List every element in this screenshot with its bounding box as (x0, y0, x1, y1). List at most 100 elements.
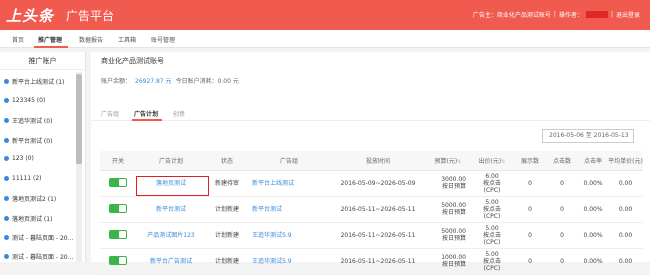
date-range-picker[interactable]: 2016-05-06 至 2016-05-13 (542, 129, 634, 143)
nav-tab-tools[interactable]: 工具箱 (118, 35, 136, 44)
top-header: 上头条 广告平台 广告主：商业化产品测试账号 | 操作者： | 退出登录 (0, 0, 650, 30)
impressions: 0 (514, 170, 546, 197)
plan-status: 新建待审 (206, 170, 248, 197)
tab-ad-group[interactable]: 广告组 (101, 109, 119, 118)
sidebar-item[interactable]: 新平台上线测试 (1) (4, 77, 64, 86)
schedule: 2016-05-11~2026-05-11 (330, 222, 426, 249)
sidebar-item[interactable]: 落地页测试 (1) (4, 214, 52, 223)
ad-plan-table: 开关 广告计划 状态 广告组 投放时间 预算(元)⇅ 出价(元)⇅ 展示数 点击… (100, 151, 643, 275)
group-link[interactable]: 新平台上线测试 (248, 170, 330, 197)
bid-type: 按点击 (482, 257, 501, 265)
nav-tab-promotion[interactable]: 推广管理 (38, 35, 62, 44)
logout-link[interactable]: 退出登录 (616, 10, 640, 19)
today-spend: 今日账户消耗：0.00 元 (175, 78, 239, 85)
col-header[interactable]: 点击率 (578, 151, 608, 171)
plus-icon (4, 176, 9, 181)
col-header[interactable]: 点击数 (546, 151, 578, 171)
plan-name-link[interactable]: 新平台测试 (136, 196, 206, 223)
sidebar-item-label: 新平台测试 (0) (12, 138, 53, 145)
status-toggle[interactable] (109, 255, 127, 265)
sidebar-item[interactable]: 11111 (2) (4, 175, 42, 182)
plus-icon (4, 138, 9, 143)
ctr: 0.00% (578, 170, 608, 197)
bid-type: 按点击 (482, 205, 501, 213)
avg-price: 0.00 (608, 248, 643, 275)
bid-type: 按点击 (482, 231, 501, 239)
nav-tab-reports[interactable]: 数据报告 (79, 35, 103, 44)
ctr: 0.00% (578, 248, 608, 275)
group-link[interactable]: 王追华测试5.9 (248, 222, 330, 249)
budget-amount: 3000.00 (441, 176, 466, 183)
status-toggle[interactable] (109, 203, 127, 213)
tab-divider (91, 120, 650, 121)
sidebar-item[interactable]: 测试 - 暮陆页面 - 20... (4, 252, 73, 261)
sidebar-scroll-thumb[interactable] (76, 74, 82, 164)
avg-price: 0.00 (608, 222, 643, 249)
tab-active-indicator (132, 119, 162, 121)
plan-status: 计划新建 (206, 222, 248, 249)
sidebar-item-label: 测试 - 暮陆页面 - 20... (12, 254, 74, 261)
sidebar-item[interactable]: 测试 - 暮陆页面 - 20... (4, 233, 73, 242)
budget-type: 按日预算 (441, 209, 466, 216)
plus-icon (4, 254, 9, 259)
group-link[interactable]: 王追华测试5.9 (248, 248, 330, 275)
sidebar-item[interactable]: 123 (0) (4, 155, 34, 162)
plus-icon (4, 98, 9, 103)
table-row: 新平台广告测试 计划新建 王追华测试5.9 2016-05-11~2026-05… (100, 248, 643, 275)
clicks: 0 (546, 248, 578, 275)
bid-cell: 5.00 按点击 (CPC) (470, 248, 514, 275)
main-nav: 首页 推广管理 数据报告 工具箱 账号管理 (0, 30, 650, 48)
status-toggle[interactable] (109, 177, 127, 187)
budget-cell: 5000.00 按日预算 (426, 196, 470, 223)
balance-label: 账户余额： (101, 78, 132, 85)
sidebar-title: 推广账户 (0, 52, 85, 70)
nav-active-indicator (34, 46, 68, 48)
col-header-sortable[interactable]: 出价(元)⇅ (470, 151, 514, 171)
table-header-row: 开关 广告计划 状态 广告组 投放时间 预算(元)⇅ 出价(元)⇅ 展示数 点击… (100, 151, 643, 171)
col-header: 投放时间 (330, 151, 426, 171)
budget-type: 按日预算 (441, 261, 466, 268)
plus-icon (4, 235, 9, 240)
balance-value: 26927.87 元 (135, 78, 172, 85)
ctr: 0.00% (578, 222, 608, 249)
bid-amount: 5.00 (485, 224, 499, 232)
highlight-annotation-box (136, 176, 209, 196)
tab-creative[interactable]: 创意 (173, 109, 185, 118)
col-header-label: 出价(元) (478, 157, 502, 165)
clicks: 0 (546, 196, 578, 223)
sidebar-item-label: 123 (0) (12, 155, 34, 162)
tab-ad-plan[interactable]: 广告计划 (134, 109, 158, 118)
nav-tab-account[interactable]: 账号管理 (151, 35, 175, 44)
main-panel: 商业化产品测试账号 账户余额： 26927.87 元 今日账户消耗：0.00 元… (91, 52, 650, 275)
sort-icon: ⇅ (457, 158, 462, 165)
group-link[interactable]: 新平台测试 (248, 196, 330, 223)
bid-amount: 5.00 (485, 198, 499, 206)
col-header: 状态 (206, 151, 248, 171)
nav-tab-home[interactable]: 首页 (12, 35, 24, 44)
col-header[interactable]: 展示数 (514, 151, 546, 171)
account-name: 商业化产品测试账号 (101, 57, 164, 65)
plan-name-link[interactable]: 新平台广告测试 (136, 248, 206, 275)
plan-name-link[interactable]: 产品测试图片123 (136, 222, 206, 249)
sidebar-item[interactable]: 123345 (0) (4, 97, 45, 104)
col-header-sortable[interactable]: 预算(元)⇅ (426, 151, 470, 171)
separator: | (610, 11, 613, 18)
separator: | (553, 11, 556, 18)
sidebar-item[interactable]: 王追华测试 (0) (4, 116, 52, 125)
sidebar-item[interactable]: 新平台测试 (0) (4, 136, 52, 145)
bid-cell: 5.00 按点击 (CPC) (470, 196, 514, 223)
platform-title: 广告平台 (66, 9, 115, 23)
account-summary: 账户余额： 26927.87 元 今日账户消耗：0.00 元 (101, 76, 239, 85)
sort-icon: ⇅ (501, 158, 506, 165)
app-logo: 上头条 (6, 7, 55, 25)
budget-type: 按日预算 (441, 235, 466, 242)
table-row: 新平台测试 计划新建 新平台测试 2016-05-11~2026-05-11 5… (100, 196, 643, 223)
sidebar-item[interactable]: 落地页测试2 (1) (4, 194, 56, 203)
schedule: 2016-05-11~2026-05-11 (330, 196, 426, 223)
avg-price: 0.00 (608, 196, 643, 223)
plan-status: 计划新建 (206, 196, 248, 223)
col-header[interactable]: 平均单价(元) (608, 151, 643, 171)
col-header: 广告组 (248, 151, 330, 171)
status-toggle[interactable] (109, 229, 127, 239)
col-header-label: 预算(元) (434, 157, 458, 165)
